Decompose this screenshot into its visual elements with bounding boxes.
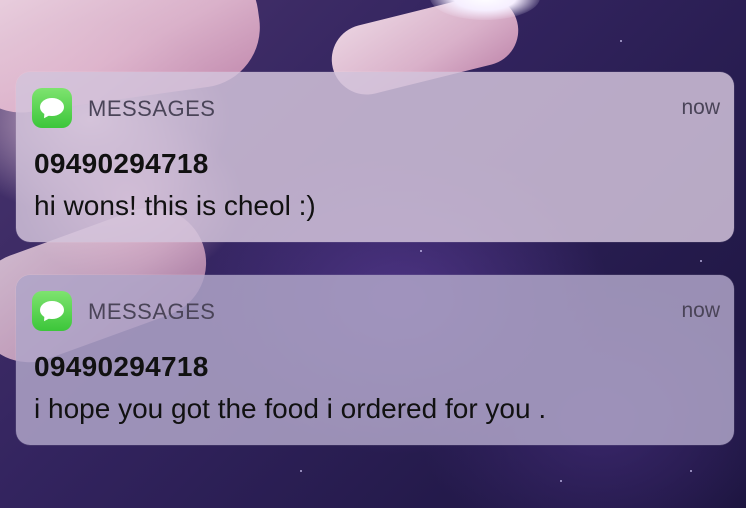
notification-card[interactable]: MESSAGES now 09490294718 i hope you got …: [16, 275, 734, 445]
notification-time: now: [681, 299, 720, 322]
notification-message: hi wons! this is cheol :): [34, 190, 316, 221]
wallpaper-star: [300, 470, 302, 472]
notification-message: i hope you got the food i ordered for yo…: [34, 393, 547, 424]
wallpaper-star: [560, 480, 562, 482]
wallpaper-star: [420, 250, 422, 252]
messages-icon: [32, 291, 72, 331]
messages-icon: [32, 88, 72, 128]
notification-app-name: MESSAGES: [88, 299, 216, 324]
notification-sender: 09490294718: [34, 351, 209, 382]
notification-app-name: MESSAGES: [88, 96, 216, 121]
wallpaper-star: [700, 260, 702, 262]
notification-time: now: [681, 96, 720, 119]
notification-sender: 09490294718: [34, 148, 209, 179]
notification-card[interactable]: MESSAGES now 09490294718 hi wons! this i…: [16, 72, 734, 242]
wallpaper-star: [620, 40, 622, 42]
notification-header: MESSAGES now: [32, 88, 720, 130]
notification-header: MESSAGES now: [32, 291, 720, 333]
wallpaper-star: [690, 470, 692, 472]
